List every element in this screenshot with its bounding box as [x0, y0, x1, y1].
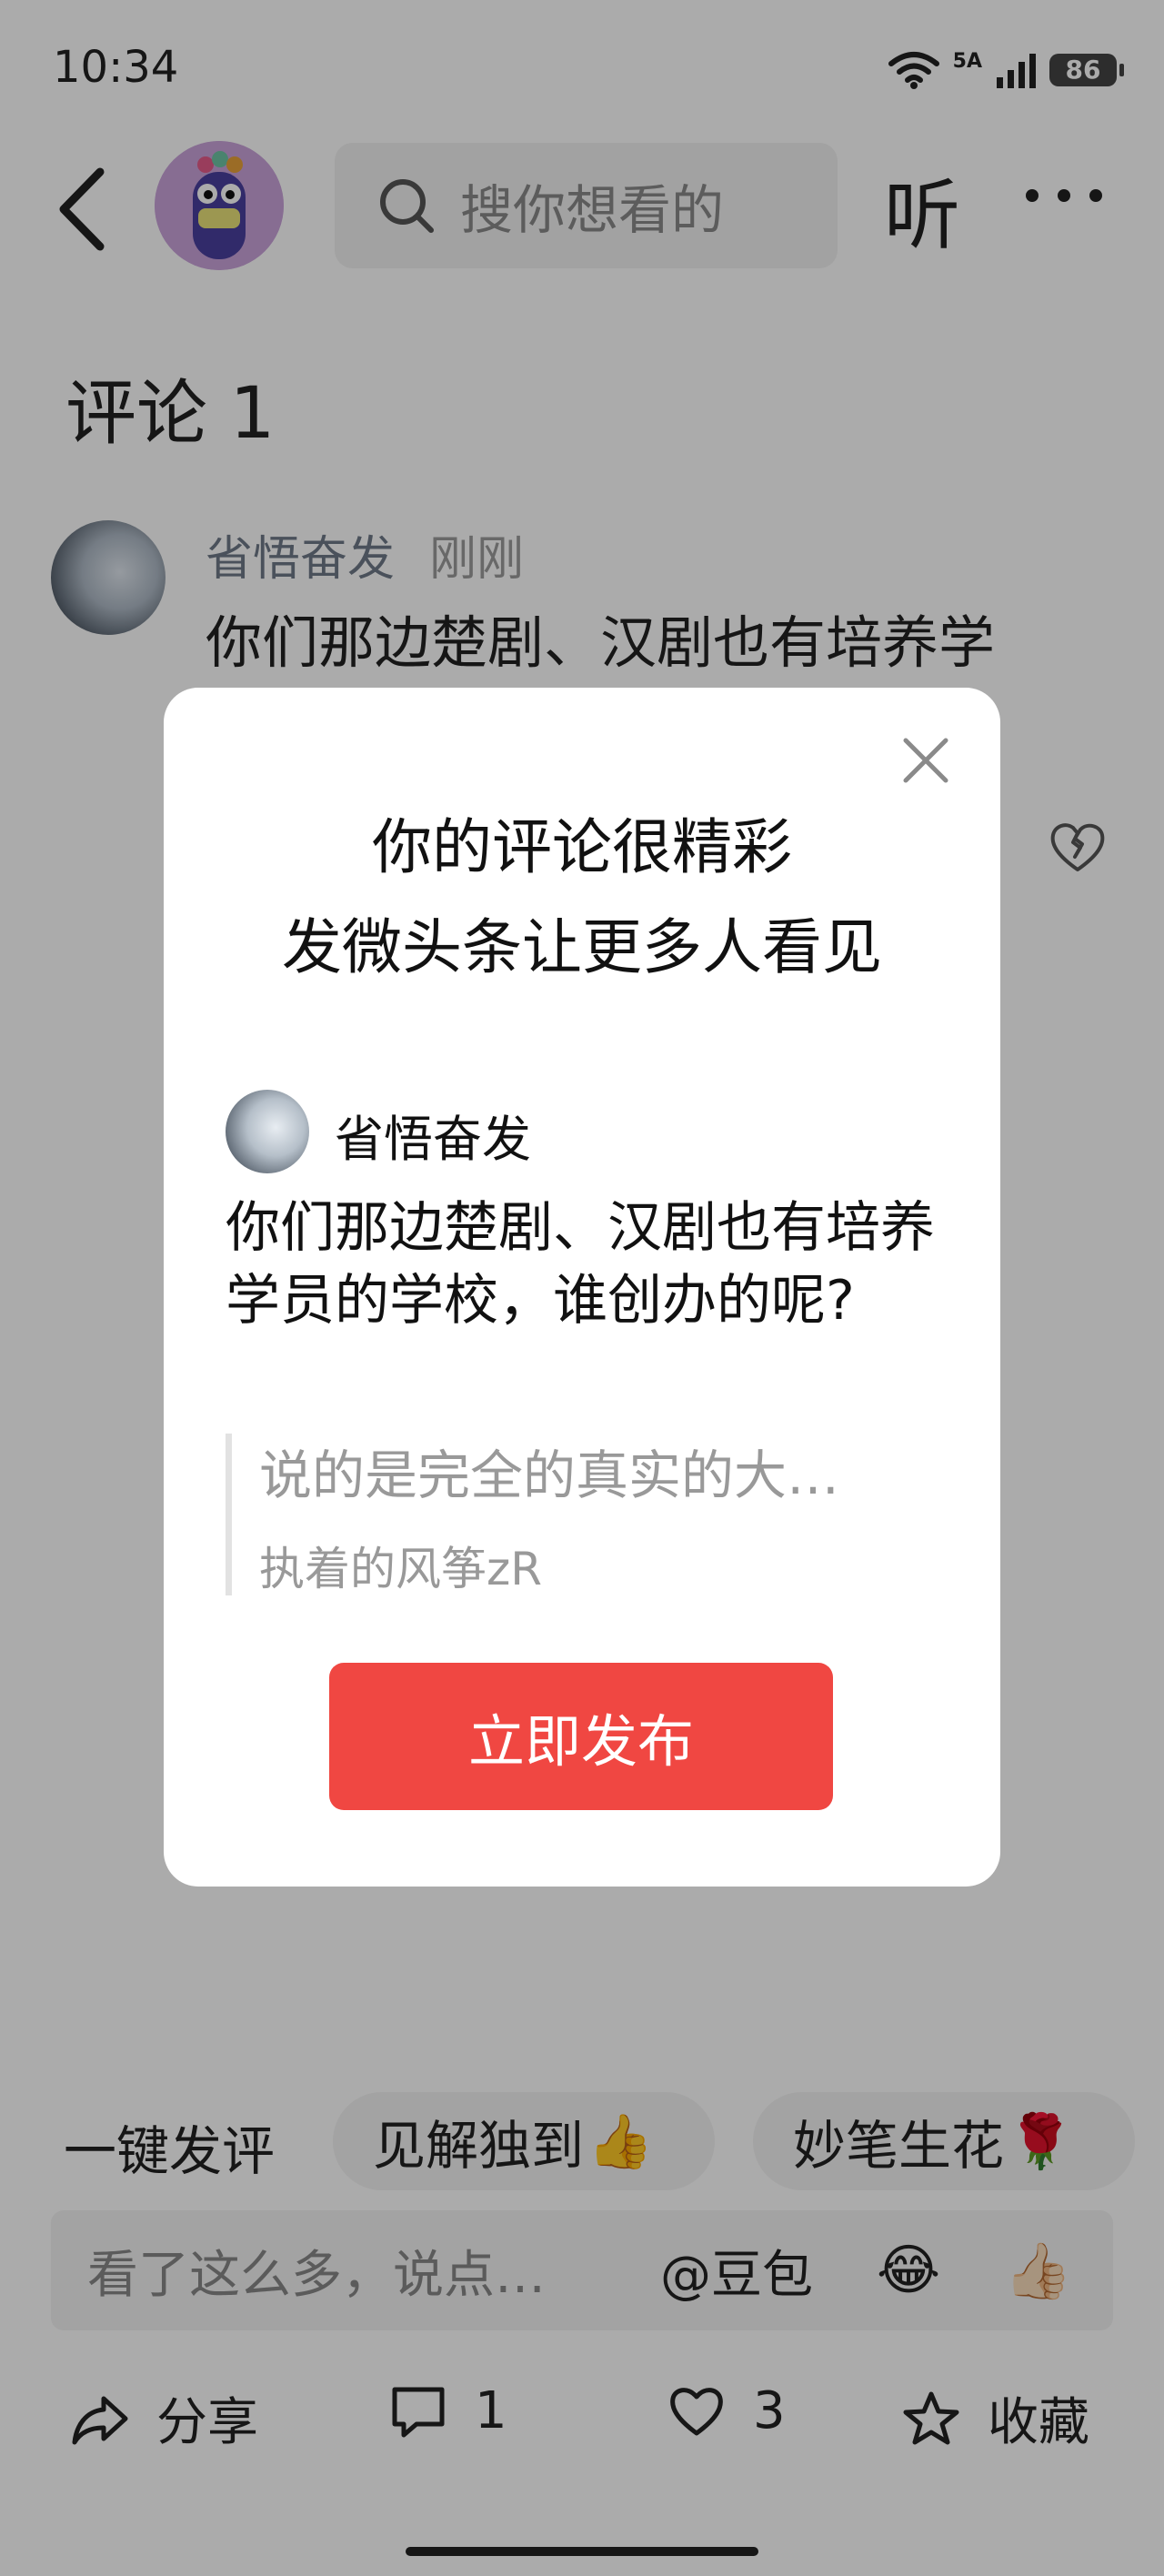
- quote-divider: [226, 1434, 232, 1595]
- publish-now-button[interactable]: 立即发布: [329, 1663, 833, 1810]
- quoted-text: 说的是完全的真实的大…: [259, 1444, 840, 1506]
- close-icon: [903, 738, 948, 783]
- modal-username: 省悟奋发: [335, 1111, 531, 1168]
- quoted-author: 执着的风筝zR: [259, 1543, 542, 1595]
- modal-user-avatar: [226, 1090, 309, 1173]
- modal-close-button[interactable]: [900, 735, 951, 786]
- modal-comment-text: 你们那边楚剧、汉剧也有培养学员的学校，谁创办的呢?: [226, 1196, 935, 1333]
- modal-title-line2: 发微头条让更多人看见: [282, 912, 882, 982]
- modal-title-line1: 你的评论很精彩: [372, 812, 792, 882]
